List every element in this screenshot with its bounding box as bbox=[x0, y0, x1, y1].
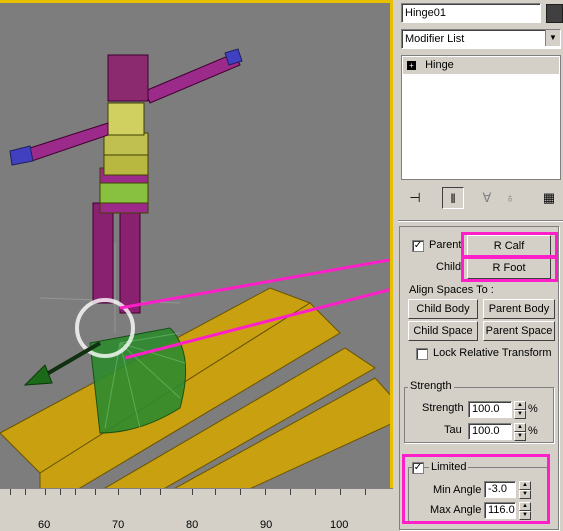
make-unique-icon[interactable]: ∀ bbox=[476, 187, 498, 209]
command-panel: Hinge01 Modifier List ▼ + Hinge ⊣ ‖ ∀ ♁ … bbox=[396, 0, 563, 530]
scene-render bbox=[0, 48, 390, 488]
parent-label: Parent bbox=[429, 239, 462, 251]
timeline-label: 90 bbox=[260, 519, 273, 531]
child-label: Child bbox=[436, 261, 462, 273]
strength-group-title: Strength bbox=[408, 380, 454, 392]
strength-label: Strength bbox=[422, 402, 464, 414]
expand-icon[interactable]: + bbox=[407, 60, 416, 70]
strength-unit: % bbox=[528, 403, 538, 415]
align-spaces-title: Align Spaces To : bbox=[409, 284, 494, 296]
separator bbox=[398, 220, 563, 221]
tau-unit: % bbox=[528, 425, 538, 437]
highlight-limited bbox=[402, 454, 550, 524]
strength-input[interactable]: 100.0 bbox=[468, 401, 512, 418]
child-body-button[interactable]: Child Body bbox=[408, 299, 478, 319]
tau-label: Tau bbox=[444, 424, 462, 436]
tau-input[interactable]: 100.0 bbox=[468, 423, 512, 440]
chevron-down-icon[interactable]: ▼ bbox=[545, 30, 560, 46]
viewport-perspective[interactable] bbox=[0, 0, 393, 488]
parent-body-button[interactable]: Parent Body bbox=[483, 299, 555, 319]
remove-modifier-icon[interactable]: ♁ bbox=[499, 187, 521, 209]
modifier-list-value: Modifier List bbox=[405, 33, 465, 45]
timeline-label: 70 bbox=[112, 519, 125, 531]
tau-spinner[interactable]: ▲ ▼ bbox=[514, 423, 526, 441]
object-name-field[interactable]: Hinge01 bbox=[401, 3, 541, 23]
timeline-label: 60 bbox=[38, 519, 51, 531]
strength-spinner[interactable]: ▲ ▼ bbox=[514, 401, 526, 419]
configure-sets-icon[interactable]: ▦ bbox=[538, 187, 560, 209]
child-space-button[interactable]: Child Space bbox=[408, 321, 478, 341]
lock-relative-checkbox[interactable] bbox=[416, 348, 428, 360]
parent-space-button[interactable]: Parent Space bbox=[483, 321, 555, 341]
stack-item-hinge[interactable]: + Hinge bbox=[403, 57, 559, 74]
parent-checkbox[interactable]: ✓ bbox=[412, 240, 424, 252]
object-color-swatch[interactable] bbox=[546, 4, 563, 23]
timeline-label: 80 bbox=[186, 519, 199, 531]
stack-item-label: Hinge bbox=[425, 59, 454, 71]
highlight-child bbox=[461, 256, 558, 282]
lock-relative-label: Lock Relative Transform bbox=[433, 347, 552, 359]
modifier-stack[interactable]: + Hinge bbox=[401, 55, 561, 180]
modifier-list-dropdown[interactable]: Modifier List ▼ bbox=[401, 29, 561, 49]
stack-show-end-icon[interactable]: ‖ bbox=[442, 187, 464, 209]
timeline-label: 100 bbox=[330, 519, 349, 531]
highlight-parent bbox=[461, 232, 558, 258]
time-ruler[interactable]: 60 70 80 90 100 bbox=[0, 488, 393, 531]
pin-icon[interactable]: ⊣ bbox=[404, 187, 426, 209]
